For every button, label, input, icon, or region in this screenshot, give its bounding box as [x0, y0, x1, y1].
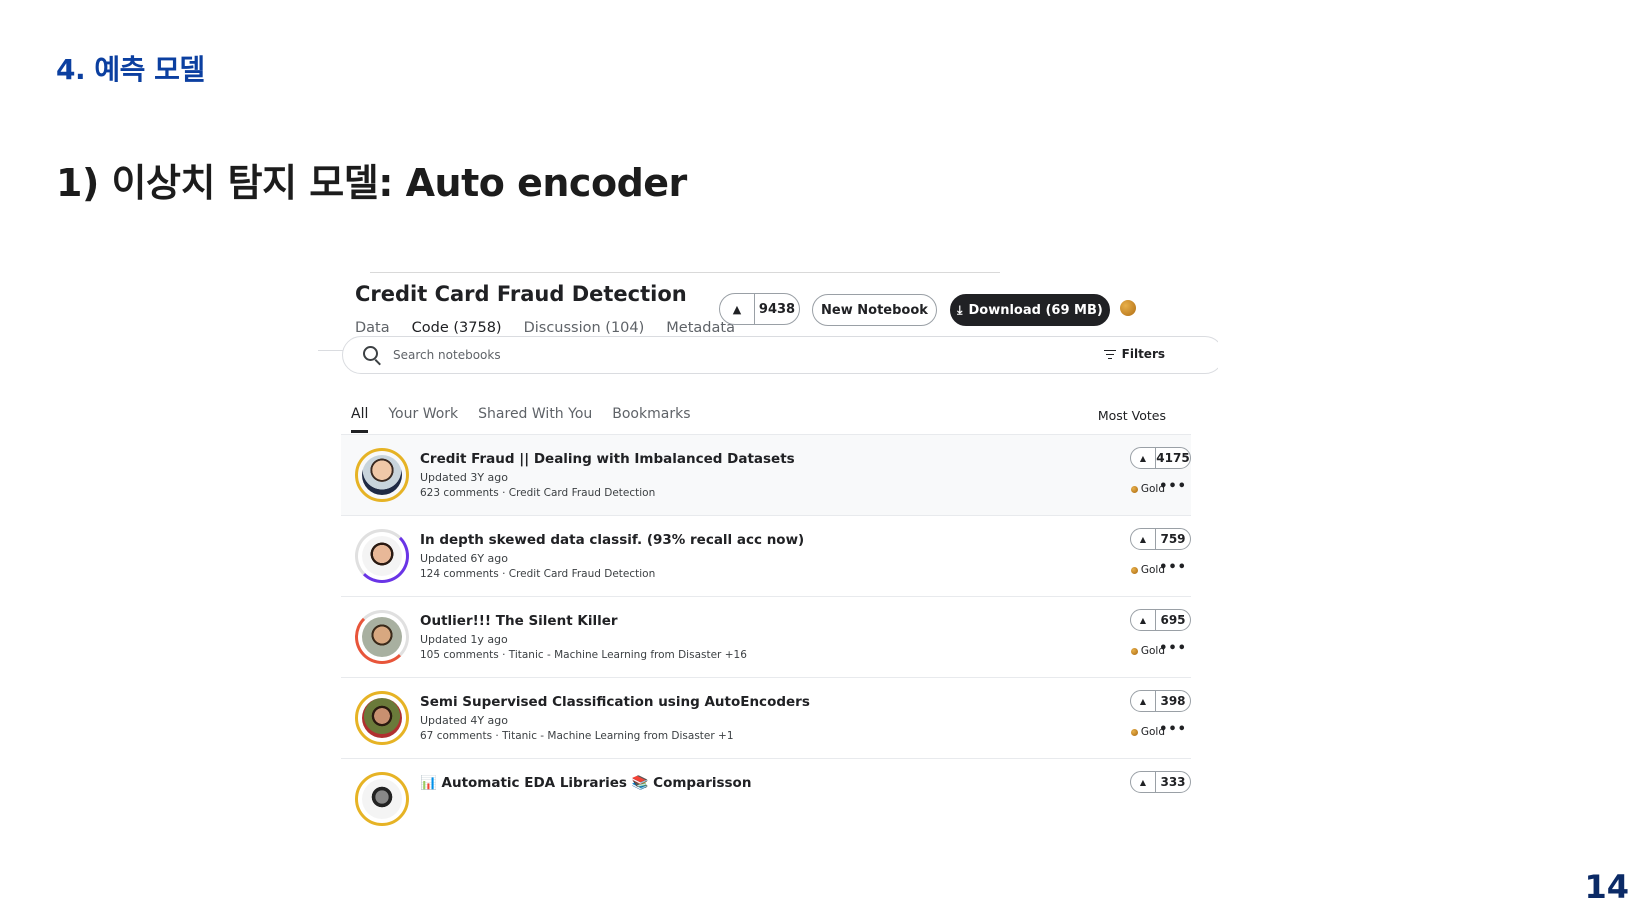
list-item[interactable]: 📊 Automatic EDA Libraries 📚 Comparisson … — [341, 759, 1191, 830]
vote-count: 695 — [1160, 613, 1186, 627]
upvote-button[interactable]: ▲ 759 — [1130, 528, 1191, 550]
upvote-button[interactable]: ▲ 4175 — [1130, 447, 1191, 469]
notebook-updated: Updated 3Y ago — [420, 471, 508, 484]
vote-count: 333 — [1160, 775, 1186, 789]
notebook-updated: Updated 6Y ago — [420, 552, 508, 565]
dataset-title: Credit Card Fraud Detection — [355, 282, 687, 306]
vote-count: 398 — [1160, 694, 1186, 708]
notebook-filter-tabs: All Your Work Shared With You Bookmarks — [351, 406, 690, 433]
subtab-all[interactable]: All — [351, 406, 369, 433]
top-divider — [370, 272, 1000, 273]
upvote-button[interactable]: ▲ 398 — [1130, 690, 1191, 712]
filters-label: Filters — [1121, 347, 1165, 361]
download-icon: ⤓ — [957, 302, 963, 317]
vote-count: 759 — [1160, 532, 1186, 546]
upvote-arrow-icon: ▲ — [1131, 772, 1156, 792]
notebook-title[interactable]: Outlier!!! The Silent Killer — [420, 613, 618, 629]
list-item[interactable]: In depth skewed data classif. (93% recal… — [341, 516, 1191, 597]
notebook-title[interactable]: Credit Fraud || Dealing with Imbalanced … — [420, 451, 795, 467]
avatar — [355, 529, 409, 583]
subtab-your-work[interactable]: Your Work — [388, 406, 458, 433]
upvote-arrow-icon: ▲ — [1131, 610, 1156, 630]
upvote-arrow-icon: ▲ — [720, 294, 755, 324]
notebook-title[interactable]: 📊 Automatic EDA Libraries 📚 Comparisson — [420, 775, 751, 791]
notebook-meta: 623 comments · Credit Card Fraud Detecti… — [420, 487, 656, 499]
slide-heading: 1) 이상치 탐지 모델: Auto encoder — [56, 161, 687, 205]
gold-medal-icon — [1130, 485, 1138, 493]
download-button[interactable]: ⤓ Download (69 MB) — [950, 294, 1110, 326]
avatar — [355, 772, 409, 826]
upvote-button[interactable]: ▲ 333 — [1130, 771, 1191, 793]
notebook-meta: 105 comments · Titanic - Machine Learnin… — [420, 649, 747, 661]
kaggle-screenshot: Credit Card Fraud Detection Data Code (3… — [318, 270, 1218, 830]
notebook-meta: 124 comments · Credit Card Fraud Detecti… — [420, 568, 656, 580]
more-options-icon[interactable]: ••• — [1159, 722, 1187, 737]
subtab-shared-with-you[interactable]: Shared With You — [478, 406, 592, 433]
search-input[interactable] — [391, 347, 995, 363]
medal-icon — [1120, 300, 1136, 316]
notebook-list: Credit Fraud || Dealing with Imbalanced … — [341, 434, 1191, 830]
notebook-title[interactable]: In depth skewed data classif. (93% recal… — [420, 532, 804, 548]
filter-icon — [1103, 349, 1116, 359]
avatar — [355, 610, 409, 664]
upvote-button[interactable]: ▲ 695 — [1130, 609, 1191, 631]
page-number: 14 — [1584, 868, 1629, 906]
more-options-icon[interactable]: ••• — [1159, 479, 1187, 494]
notebook-title[interactable]: Semi Supervised Classification using Aut… — [420, 694, 810, 710]
dataset-upvote-button[interactable]: ▲ 9438 — [719, 293, 800, 325]
notebook-updated: Updated 4Y ago — [420, 714, 508, 727]
gold-medal-icon — [1130, 566, 1138, 574]
avatar — [355, 691, 409, 745]
list-item[interactable]: Semi Supervised Classification using Aut… — [341, 678, 1191, 759]
section-title: 4. 예측 모델 — [56, 53, 205, 86]
gold-medal-icon — [1130, 728, 1138, 736]
new-notebook-button[interactable]: New Notebook — [812, 294, 937, 326]
more-options-icon[interactable]: ••• — [1159, 560, 1187, 575]
more-options-icon[interactable]: ••• — [1159, 641, 1187, 656]
filters-button[interactable]: Filters — [1103, 347, 1165, 361]
sort-dropdown[interactable]: Most Votes — [1098, 408, 1166, 423]
avatar — [355, 448, 409, 502]
upvote-arrow-icon: ▲ — [1131, 691, 1156, 711]
subtab-bookmarks[interactable]: Bookmarks — [612, 406, 690, 433]
upvote-arrow-icon: ▲ — [1131, 529, 1156, 549]
list-item[interactable]: Outlier!!! The Silent Killer Updated 1y … — [341, 597, 1191, 678]
notebook-updated: Updated 1y ago — [420, 633, 508, 646]
gold-medal-icon — [1130, 647, 1138, 655]
search-bar[interactable]: Filters — [342, 336, 1218, 374]
notebook-meta: 67 comments · Titanic - Machine Learning… — [420, 730, 734, 742]
upvote-arrow-icon: ▲ — [1131, 448, 1156, 468]
list-item[interactable]: Credit Fraud || Dealing with Imbalanced … — [341, 434, 1191, 516]
download-label: Download (69 MB) — [968, 302, 1103, 318]
upvote-count: 9438 — [758, 301, 796, 317]
vote-count: 4175 — [1156, 451, 1190, 465]
search-icon — [363, 346, 378, 361]
